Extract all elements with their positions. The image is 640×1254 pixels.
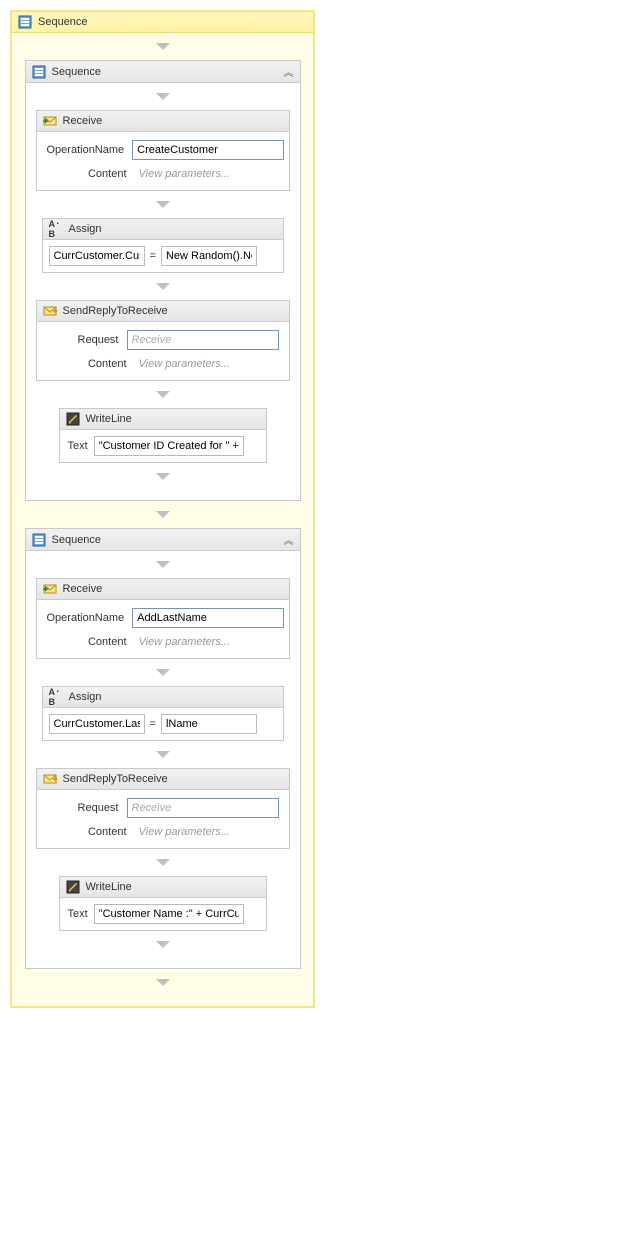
flow-arrow-icon — [156, 43, 170, 50]
sequence-title: Sequence — [52, 66, 102, 78]
content-label: Content — [47, 636, 135, 648]
writeline-text-input[interactable] — [94, 436, 244, 456]
request-input[interactable] — [127, 798, 279, 818]
writeline-activity[interactable]: WriteLine Text — [59, 876, 267, 931]
receive-icon — [43, 582, 57, 596]
send-icon — [43, 304, 57, 318]
flow-arrow-icon — [156, 391, 170, 398]
inner-sequence-2[interactable]: Sequence ︽ Receive — [25, 528, 301, 969]
outer-sequence[interactable]: Sequence Sequence ︽ — [10, 10, 315, 1008]
activity-title: WriteLine — [86, 413, 132, 425]
activity-title: SendReplyToReceive — [63, 773, 168, 785]
activity-header[interactable]: WriteLine — [60, 409, 266, 430]
collapse-icon[interactable]: ︽ — [284, 64, 294, 79]
assign-activity[interactable]: A᛫B Assign = — [42, 686, 284, 741]
view-parameters-link[interactable]: View parameters... — [135, 824, 235, 840]
activity-title: Assign — [69, 691, 102, 703]
sequence-title: Sequence — [38, 16, 88, 28]
flow-arrow-icon — [156, 669, 170, 676]
content-label: Content — [47, 168, 135, 180]
activity-title: Assign — [69, 223, 102, 235]
request-label: Request — [47, 334, 127, 346]
activity-header[interactable]: A᛫B Assign — [43, 687, 283, 708]
assign-activity[interactable]: A᛫B Assign = — [42, 218, 284, 273]
view-parameters-link[interactable]: View parameters... — [135, 634, 235, 650]
activity-title: SendReplyToReceive — [63, 305, 168, 317]
send-icon — [43, 772, 57, 786]
flow-arrow-icon — [156, 473, 170, 480]
flow-arrow-icon — [156, 859, 170, 866]
request-input[interactable] — [127, 330, 279, 350]
activity-header[interactable]: Receive — [37, 579, 289, 600]
operationname-input[interactable] — [132, 608, 284, 628]
collapse-icon[interactable]: ︽ — [284, 532, 294, 547]
activity-header[interactable]: Receive — [37, 111, 289, 132]
assign-value-input[interactable] — [161, 714, 257, 734]
assign-to-input[interactable] — [49, 246, 145, 266]
flow-arrow-icon — [156, 979, 170, 986]
sequence-header[interactable]: Sequence ︽ — [26, 61, 300, 83]
flow-arrow-icon — [156, 751, 170, 758]
operationname-label: OperationName — [47, 612, 133, 624]
writeline-icon — [66, 412, 80, 426]
equals-label: = — [149, 250, 157, 262]
flow-arrow-icon — [156, 201, 170, 208]
activity-header[interactable]: SendReplyToReceive — [37, 769, 289, 790]
request-label: Request — [47, 802, 127, 814]
assign-to-input[interactable] — [49, 714, 145, 734]
activity-title: Receive — [63, 115, 103, 127]
inner-sequence-1[interactable]: Sequence ︽ Receive — [25, 60, 301, 501]
flow-arrow-icon — [156, 941, 170, 948]
writeline-text-input[interactable] — [94, 904, 244, 924]
activity-header[interactable]: A᛫B Assign — [43, 219, 283, 240]
view-parameters-link[interactable]: View parameters... — [135, 166, 235, 182]
activity-title: WriteLine — [86, 881, 132, 893]
activity-header[interactable]: SendReplyToReceive — [37, 301, 289, 322]
sequence-header[interactable]: Sequence — [12, 12, 313, 33]
sendreply-activity[interactable]: SendReplyToReceive Request Content View … — [36, 768, 290, 849]
sequence-icon — [32, 65, 46, 79]
assign-value-input[interactable] — [161, 246, 257, 266]
activity-header[interactable]: WriteLine — [60, 877, 266, 898]
flow-arrow-icon — [156, 93, 170, 100]
assign-icon: A᛫B — [49, 222, 63, 236]
writeline-icon — [66, 880, 80, 894]
operationname-input[interactable] — [132, 140, 284, 160]
sequence-title: Sequence — [52, 534, 102, 546]
flow-arrow-icon — [156, 561, 170, 568]
sequence-icon — [32, 533, 46, 547]
text-label: Text — [68, 908, 88, 920]
flow-arrow-icon — [156, 511, 170, 518]
content-label: Content — [47, 358, 135, 370]
text-label: Text — [68, 440, 88, 452]
equals-label: = — [149, 718, 157, 730]
activity-title: Receive — [63, 583, 103, 595]
writeline-activity[interactable]: WriteLine Text — [59, 408, 267, 463]
receive-activity[interactable]: Receive OperationName Content View param… — [36, 110, 290, 191]
sequence-icon — [18, 15, 32, 29]
view-parameters-link[interactable]: View parameters... — [135, 356, 235, 372]
sendreply-activity[interactable]: SendReplyToReceive Request Content View … — [36, 300, 290, 381]
flow-arrow-icon — [156, 283, 170, 290]
sequence-header[interactable]: Sequence ︽ — [26, 529, 300, 551]
content-label: Content — [47, 826, 135, 838]
receive-icon — [43, 114, 57, 128]
assign-icon: A᛫B — [49, 690, 63, 704]
receive-activity[interactable]: Receive OperationName Content View param… — [36, 578, 290, 659]
operationname-label: OperationName — [47, 144, 133, 156]
